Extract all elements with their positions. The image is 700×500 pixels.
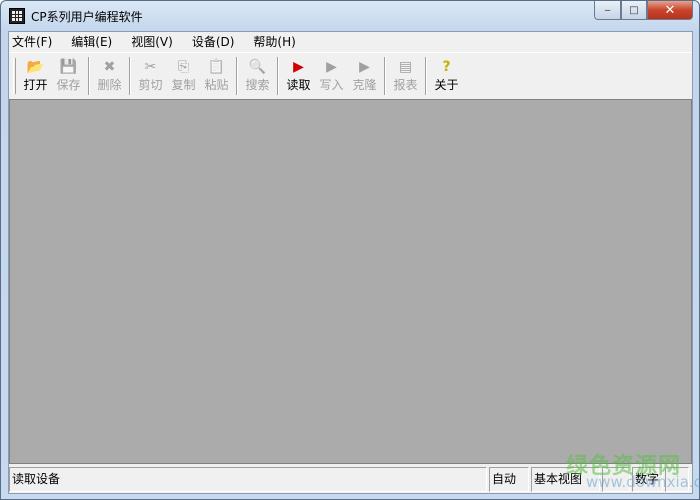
separator (384, 56, 386, 95)
button-label: 粘贴 (204, 77, 229, 92)
status-view: 基本视图 (531, 467, 600, 492)
search-button[interactable]: 🔍 搜索 (241, 55, 274, 97)
window-title: CP系列用户编程软件 (31, 9, 143, 24)
save-icon: 💾 (59, 58, 78, 75)
folder-open-icon: 📂 (26, 58, 45, 75)
save-button[interactable]: 💾 保存 (52, 55, 85, 97)
minimize-button[interactable]: ‒ (594, 1, 621, 20)
button-label: 写入 (319, 77, 344, 92)
button-label: 读取 (286, 77, 311, 92)
button-label: 保存 (56, 77, 81, 92)
workspace[interactable] (9, 99, 692, 464)
menu-device[interactable]: 设备(D) (189, 33, 243, 50)
separator (277, 56, 279, 95)
status-mode: 自动 (489, 467, 529, 492)
toolbar: 📂 打开 💾 保存 ✖ 删除 ✂ 剪切 ⎘ 复制 📋 粘贴 🔍 搜索 ▶ 读取 ▶ 写入 ▶ 克隆 … (9, 52, 692, 98)
button-label: 剪切 (138, 77, 163, 92)
toolbar-grip[interactable] (13, 57, 16, 94)
report-icon: ▤ (398, 58, 413, 75)
read-button[interactable]: ▶ 读取 (282, 55, 315, 97)
app-window: CP系列用户编程软件 ‒ □ ✕ 文件(F) 编辑(E) 视图(V) 设备(D)… (0, 0, 700, 500)
write-button[interactable]: ▶ 写入 (315, 55, 348, 97)
button-label: 删除 (97, 77, 122, 92)
close-button[interactable]: ✕ (647, 1, 693, 20)
copy-icon: ⎘ (177, 58, 190, 75)
button-label: 关于 (434, 77, 459, 92)
read-device-icon: ▶ (293, 58, 304, 75)
separator (129, 56, 131, 95)
menu-help[interactable]: 帮助(H) (250, 33, 303, 50)
status-bar: 读取设备 自动 基本视图 数字 (9, 465, 692, 492)
menu-edit[interactable]: 编辑(E) (68, 33, 120, 50)
paste-button[interactable]: 📋 粘贴 (200, 55, 233, 97)
help-icon: ? (442, 58, 451, 75)
status-empty-1 (602, 467, 630, 492)
title-bar: CP系列用户编程软件 (9, 6, 143, 26)
button-label: 报表 (393, 77, 418, 92)
report-button[interactable]: ▤ 报表 (389, 55, 422, 97)
open-button[interactable]: 📂 打开 (19, 55, 52, 97)
separator (88, 56, 90, 95)
status-numlock: 数字 (632, 467, 663, 492)
status-message: 读取设备 (9, 467, 487, 492)
client-area: 文件(F) 编辑(E) 视图(V) 设备(D) 帮助(H) 📂 打开 💾 保存 ✖ 删… (8, 31, 693, 494)
scissors-icon: ✂ (144, 58, 157, 75)
menu-bar: 文件(F) 编辑(E) 视图(V) 设备(D) 帮助(H) (9, 32, 692, 51)
button-label: 克隆 (352, 77, 377, 92)
status-empty-2 (665, 467, 689, 492)
clone-button[interactable]: ▶ 克隆 (348, 55, 381, 97)
delete-icon: ✖ (103, 58, 116, 75)
menu-file[interactable]: 文件(F) (9, 33, 60, 50)
menu-view[interactable]: 视图(V) (128, 33, 181, 50)
clone-device-icon: ▶ (359, 58, 370, 75)
separator (425, 56, 427, 95)
delete-button[interactable]: ✖ 删除 (93, 55, 126, 97)
write-device-icon: ▶ (326, 58, 337, 75)
maximize-button[interactable]: □ (621, 1, 647, 20)
app-grid-icon (9, 8, 25, 24)
button-label: 打开 (23, 77, 48, 92)
paste-icon: 📋 (207, 58, 226, 75)
button-label: 复制 (171, 77, 196, 92)
cut-button[interactable]: ✂ 剪切 (134, 55, 167, 97)
search-icon: 🔍 (248, 58, 267, 75)
about-button[interactable]: ? 关于 (430, 55, 463, 97)
button-label: 搜索 (245, 77, 270, 92)
separator (236, 56, 238, 95)
copy-button[interactable]: ⎘ 复制 (167, 55, 200, 97)
